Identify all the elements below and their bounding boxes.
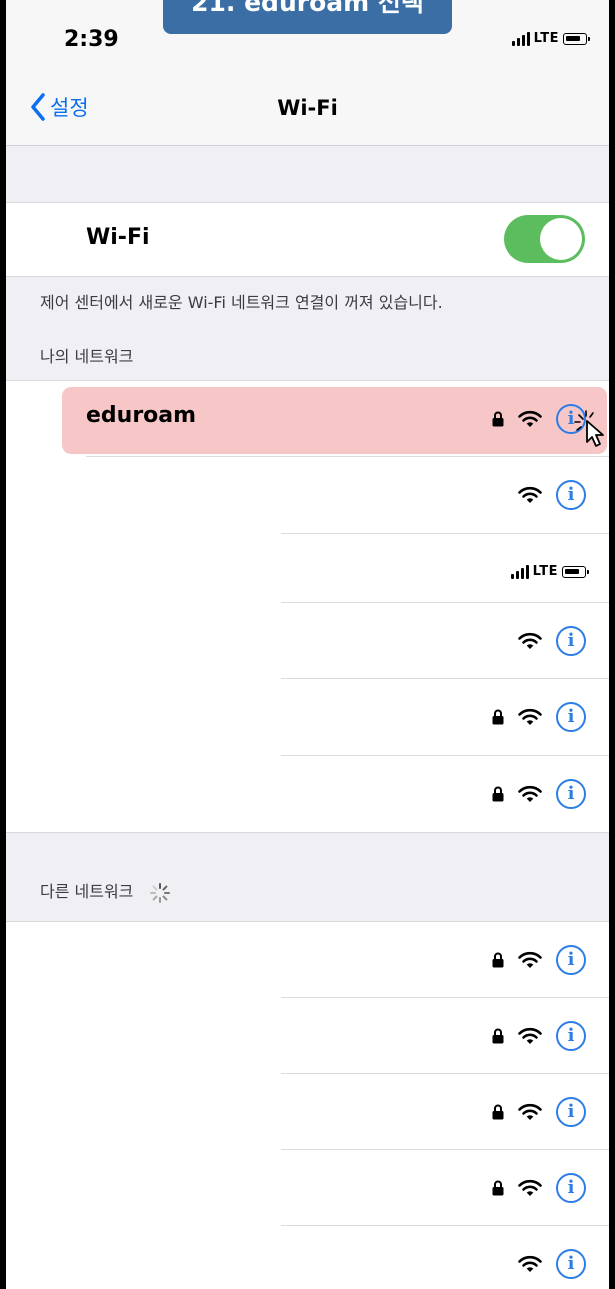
other-networks-header: 다른 네트워크 (40, 878, 171, 904)
signal-bars-icon (511, 31, 530, 46)
divider (6, 145, 609, 146)
lock-icon (492, 1104, 504, 1119)
wifi-toggle-switch[interactable] (504, 215, 585, 263)
phone-screen: 2:39 LTE 설정 Wi-Fi Wi-Fi 제어 센터에서 새로운 Wi-F… (4, 0, 611, 1289)
battery-icon (562, 565, 589, 578)
status-time: 2:39 (64, 27, 119, 52)
loading-spinner-icon (149, 882, 170, 903)
cursor-click-icon (574, 410, 604, 447)
wifi-icon (518, 632, 542, 649)
hotspot-row[interactable]: LTE (6, 534, 609, 609)
info-icon[interactable]: i (556, 944, 586, 975)
network-row[interactable]: i (6, 457, 609, 532)
info-icon[interactable]: i (556, 701, 586, 732)
wifi-icon (518, 785, 542, 802)
my-networks-header: 나의 네트워크 (40, 347, 134, 366)
lock-icon (492, 786, 504, 801)
network-row[interactable]: i (6, 679, 609, 754)
wifi-toggle-label: Wi-Fi (86, 225, 150, 250)
wifi-icon (518, 708, 542, 725)
info-icon[interactable]: i (556, 1096, 586, 1127)
network-row[interactable]: i (6, 603, 609, 678)
lock-icon (492, 952, 504, 967)
network-row[interactable]: i (6, 756, 609, 831)
info-icon[interactable]: i (556, 1172, 586, 1203)
network-row[interactable]: i (6, 1074, 609, 1149)
status-indicators: LTE (511, 31, 590, 46)
step-caption: 21. eduroam 선택 (163, 0, 452, 34)
wifi-icon (518, 410, 542, 427)
info-icon[interactable]: i (556, 1020, 586, 1051)
wifi-toggle-row: Wi-Fi (6, 202, 609, 277)
wifi-icon (518, 1255, 542, 1272)
lock-icon (492, 1028, 504, 1043)
wifi-icon (518, 486, 542, 503)
network-row-eduroam[interactable]: eduroam i (6, 381, 609, 456)
lock-icon (492, 709, 504, 724)
network-row[interactable]: i (6, 1226, 609, 1289)
network-row[interactable]: i (6, 922, 609, 997)
lock-icon (492, 411, 504, 426)
info-icon[interactable]: i (556, 625, 586, 656)
step-caption-text: 21. eduroam 선택 (191, 0, 424, 17)
network-row[interactable]: i (6, 1150, 609, 1225)
lock-icon (492, 1180, 504, 1195)
wifi-icon (518, 1103, 542, 1120)
info-icon[interactable]: i (556, 1248, 586, 1279)
other-networks-label: 다른 네트워크 (40, 882, 134, 901)
wifi-icon (518, 951, 542, 968)
other-networks-list: i i i i i (6, 921, 609, 1289)
wifi-icon (518, 1179, 542, 1196)
battery-icon (563, 32, 590, 45)
network-name: eduroam (86, 403, 197, 428)
wifi-icon (518, 1027, 542, 1044)
page-title: Wi-Fi (277, 96, 338, 120)
network-type-label: LTE (533, 31, 559, 46)
my-networks-list: eduroam i i LTE i i i (6, 380, 609, 833)
network-row[interactable]: i (6, 998, 609, 1073)
info-icon[interactable]: i (556, 778, 586, 809)
control-center-notice: 제어 센터에서 새로운 Wi-Fi 네트워크 연결이 꺼져 있습니다. (40, 293, 443, 312)
info-icon[interactable]: i (556, 479, 586, 510)
signal-bars-icon (510, 564, 529, 579)
hotspot-network-label: LTE (532, 564, 558, 579)
